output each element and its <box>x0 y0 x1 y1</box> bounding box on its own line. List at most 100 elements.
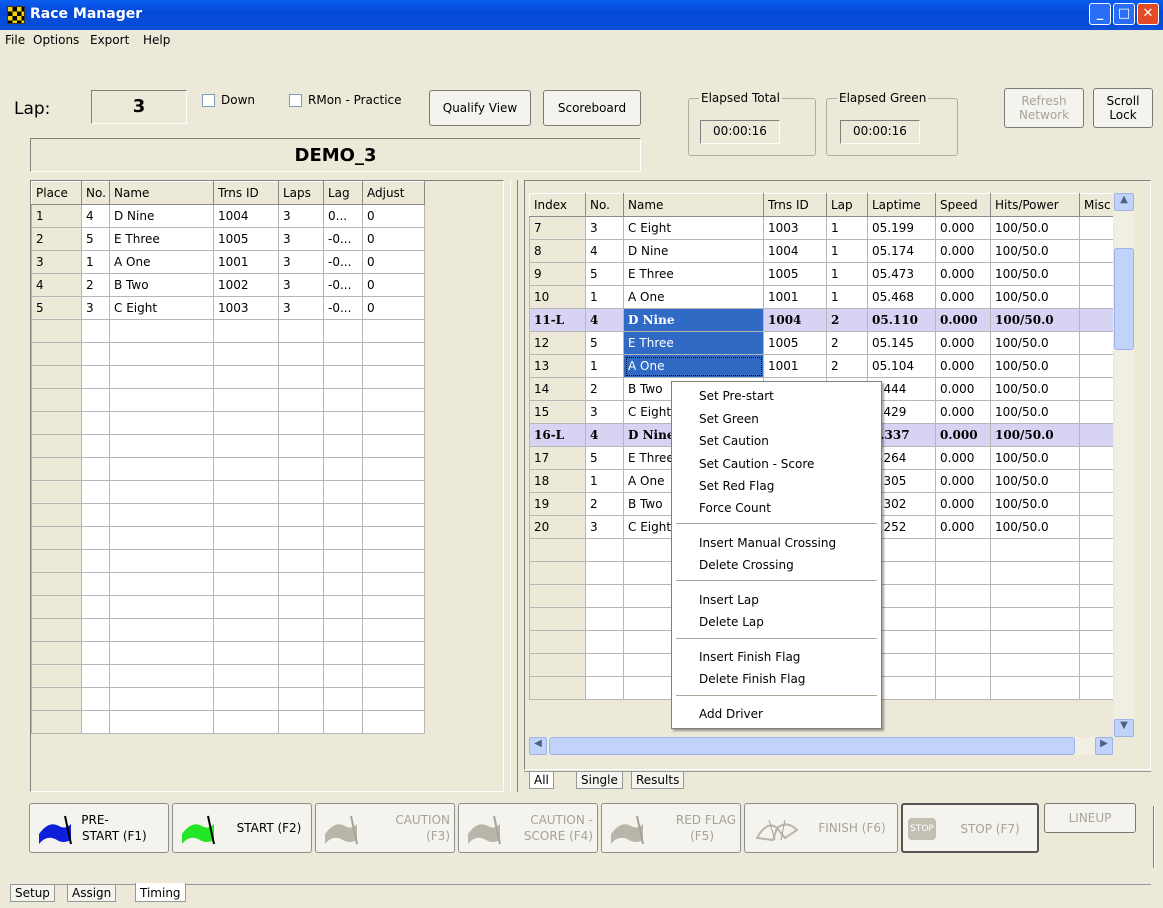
table-cell[interactable] <box>278 457 324 481</box>
table-cell[interactable]: 0... <box>323 204 363 228</box>
table-cell[interactable] <box>1079 400 1113 424</box>
table-cell[interactable] <box>585 653 624 677</box>
rmon-practice-checkbox[interactable] <box>289 94 302 107</box>
table-cell[interactable]: 5 <box>585 262 624 286</box>
table-cell[interactable] <box>935 630 991 654</box>
table-cell[interactable] <box>213 526 279 550</box>
table-cell[interactable]: 2 <box>826 354 868 378</box>
table-row[interactable]: 53C Eight 1003 3 -0... 0 <box>31 296 425 320</box>
table-cell[interactable] <box>362 710 425 734</box>
table-cell[interactable]: 100/50.0 <box>990 400 1080 424</box>
table-cell[interactable]: 1004 <box>763 239 827 263</box>
table-row[interactable] <box>31 434 425 458</box>
table-cell[interactable] <box>109 572 214 596</box>
table-cell[interactable] <box>323 664 363 688</box>
table-cell[interactable]: 0.000 <box>935 262 991 286</box>
table-cell[interactable]: 1003 <box>763 216 827 240</box>
table-cell[interactable]: 100/50.0 <box>990 216 1080 240</box>
maximize-icon[interactable]: □ <box>1113 3 1135 25</box>
tab-setup[interactable]: Setup <box>10 885 55 902</box>
table-cell[interactable]: 0 <box>362 227 425 251</box>
table-cell[interactable]: 5 <box>585 446 624 470</box>
table-cell[interactable] <box>81 710 110 734</box>
table-cell[interactable]: 2 <box>31 227 82 251</box>
table-cell[interactable]: 1 <box>585 469 624 493</box>
table-cell[interactable] <box>362 503 425 527</box>
table-cell[interactable] <box>323 526 363 550</box>
table-cell[interactable] <box>213 342 279 366</box>
table-row[interactable]: 11-L 4 D Nine 1004 2 05.110 0.000 100/50.0 <box>529 308 1113 332</box>
table-cell[interactable]: 0.000 <box>935 492 991 516</box>
caution-button[interactable]: CAUTION (F3) <box>315 803 455 853</box>
scoreboard-button[interactable]: Scoreboard <box>543 90 641 126</box>
table-cell[interactable] <box>31 572 82 596</box>
table-cell[interactable] <box>109 342 214 366</box>
table-row[interactable]: 12 5 E Three 1005 2 05.145 0.000 100/50.0 <box>529 331 1113 355</box>
vertical-scrollbar[interactable]: ▲ ▼ <box>1114 193 1134 737</box>
table-cell[interactable]: 100/50.0 <box>990 423 1080 447</box>
table-cell[interactable] <box>529 561 586 585</box>
table-cell[interactable] <box>323 388 363 412</box>
table-cell[interactable] <box>278 365 324 389</box>
menu-set-prestart[interactable]: Set Pre-start <box>699 389 774 403</box>
table-cell[interactable]: 0.000 <box>935 354 991 378</box>
table-cell[interactable]: 100/50.0 <box>990 469 1080 493</box>
table-cell[interactable] <box>990 607 1080 631</box>
table-cell[interactable] <box>213 365 279 389</box>
table-cell[interactable]: 2 <box>81 273 110 297</box>
table-cell[interactable] <box>81 457 110 481</box>
table-cell[interactable] <box>31 549 82 573</box>
splitter[interactable] <box>510 180 518 792</box>
menu-set-caution[interactable]: Set Caution <box>699 434 769 448</box>
table-cell[interactable] <box>1079 561 1113 585</box>
table-cell[interactable] <box>323 365 363 389</box>
table-cell[interactable] <box>529 607 586 631</box>
table-cell[interactable] <box>31 618 82 642</box>
table-cell[interactable]: 3 <box>278 273 324 297</box>
table-row[interactable]: 25E Three 1005 3 -0... 0 <box>31 227 425 251</box>
table-cell[interactable]: 0.000 <box>935 216 991 240</box>
qualify-view-button[interactable]: Qualify View <box>429 90 531 126</box>
table-row[interactable]: 14D Nine 1004 3 0... 0 <box>31 204 425 228</box>
standings-grid[interactable]: Place No. Name Trns ID Laps Lag Adjust 1 4 D Nine… <box>30 180 504 792</box>
table-cell[interactable]: 0.000 <box>935 239 991 263</box>
table-cell[interactable]: A One <box>623 354 764 378</box>
table-cell[interactable] <box>213 641 279 665</box>
table-cell[interactable] <box>1079 308 1113 332</box>
prestart-button[interactable]: PRE- START (F1) <box>29 803 169 853</box>
table-cell[interactable]: 18 <box>529 469 586 493</box>
table-cell[interactable] <box>362 526 425 550</box>
table-cell[interactable] <box>990 561 1080 585</box>
table-cell[interactable]: A One <box>109 250 214 274</box>
table-cell[interactable] <box>213 434 279 458</box>
table-cell[interactable] <box>213 618 279 642</box>
table-cell[interactable] <box>81 595 110 619</box>
table-cell[interactable] <box>213 710 279 734</box>
table-row[interactable] <box>31 319 425 343</box>
table-cell[interactable]: 3 <box>585 216 624 240</box>
table-cell[interactable]: 3 <box>31 250 82 274</box>
table-cell[interactable]: 1002 <box>213 273 279 297</box>
table-cell[interactable] <box>323 503 363 527</box>
table-row[interactable] <box>31 618 425 642</box>
table-cell[interactable]: 0.000 <box>935 400 991 424</box>
table-cell[interactable]: 1 <box>31 204 82 228</box>
table-cell[interactable] <box>109 710 214 734</box>
table-cell[interactable] <box>362 319 425 343</box>
table-cell[interactable] <box>585 561 624 585</box>
table-cell[interactable] <box>935 653 991 677</box>
table-cell[interactable] <box>213 549 279 573</box>
table-cell[interactable] <box>1079 676 1113 700</box>
table-cell[interactable]: 0.000 <box>935 423 991 447</box>
table-cell[interactable] <box>323 319 363 343</box>
table-cell[interactable] <box>323 480 363 504</box>
table-cell[interactable] <box>109 434 214 458</box>
table-cell[interactable] <box>585 630 624 654</box>
column-header[interactable]: Hits/Power <box>990 193 1080 217</box>
table-cell[interactable]: 11-L <box>529 308 586 332</box>
column-header[interactable]: Misc <box>1079 193 1113 217</box>
table-cell[interactable]: 4 <box>81 204 110 228</box>
table-cell[interactable] <box>81 641 110 665</box>
table-cell[interactable]: 1 <box>81 250 110 274</box>
column-header[interactable]: Name <box>109 181 214 205</box>
